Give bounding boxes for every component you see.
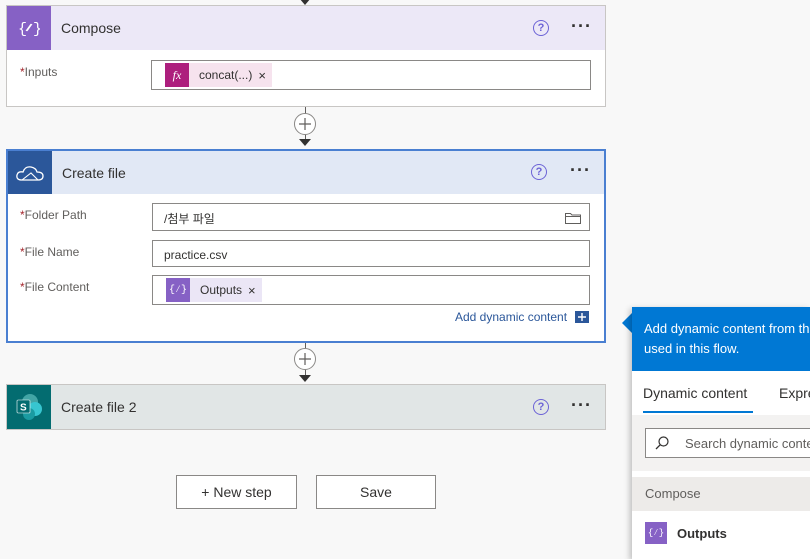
tab-expression[interactable]: Expre bbox=[779, 385, 810, 401]
connector-arrow bbox=[299, 375, 311, 382]
panel-header: Add dynamic content from th used in this… bbox=[632, 307, 810, 371]
search-area: Search dynamic conte bbox=[632, 415, 810, 471]
panel-header-line1: Add dynamic content from th bbox=[644, 321, 810, 336]
create-file-header[interactable]: Create file ? ··· bbox=[8, 151, 604, 194]
remove-token-icon[interactable]: × bbox=[248, 283, 256, 298]
save-button[interactable]: Save bbox=[316, 475, 436, 509]
insert-step-icon[interactable] bbox=[294, 348, 316, 370]
dynamic-item-label: Outputs bbox=[677, 526, 727, 541]
insert-step-icon[interactable] bbox=[294, 113, 316, 135]
compose-icon: {⁄} bbox=[645, 522, 667, 544]
tab-dynamic-content[interactable]: Dynamic content bbox=[643, 385, 747, 401]
token-label: Outputs bbox=[200, 283, 243, 297]
file-content-label: *File Content bbox=[20, 280, 90, 294]
search-placeholder: Search dynamic conte bbox=[685, 436, 810, 451]
svg-text:S: S bbox=[20, 403, 27, 414]
svg-text:}: } bbox=[33, 21, 40, 37]
create-file-title: Create file bbox=[62, 164, 126, 181]
search-icon bbox=[655, 436, 669, 455]
create-file-2-card: S Create file 2 ? ··· bbox=[6, 384, 606, 430]
new-step-button[interactable]: + New step bbox=[176, 475, 297, 509]
connector-arrow bbox=[299, 139, 311, 146]
fx-icon: fx bbox=[165, 63, 189, 87]
compose-icon: {} bbox=[7, 6, 51, 50]
file-content-field[interactable]: {⁄} Outputs × bbox=[152, 275, 590, 305]
section-title: Compose bbox=[645, 486, 701, 501]
outputs-token[interactable]: {⁄} Outputs × bbox=[166, 278, 262, 302]
file-name-value: practice.csv bbox=[164, 248, 228, 262]
remove-token-icon[interactable]: × bbox=[258, 68, 266, 83]
folder-path-field[interactable]: /첨부 파일 bbox=[152, 203, 590, 231]
file-name-label: *File Name bbox=[20, 245, 80, 259]
active-tab-indicator bbox=[643, 411, 753, 413]
section-header[interactable]: Compose bbox=[632, 477, 810, 511]
help-icon[interactable]: ? bbox=[531, 164, 547, 180]
compose-header[interactable]: {} Compose ? ··· bbox=[7, 6, 605, 50]
more-options-icon[interactable]: ··· bbox=[570, 161, 591, 179]
folder-path-value: /첨부 파일 bbox=[164, 212, 215, 226]
dynamic-content-panel: Add dynamic content from th used in this… bbox=[632, 307, 810, 559]
compose-title: Compose bbox=[61, 20, 121, 36]
sharepoint-icon: S bbox=[7, 385, 51, 429]
svg-text:{: { bbox=[18, 21, 27, 37]
help-icon[interactable]: ? bbox=[533, 399, 549, 415]
token-label: concat(...) bbox=[199, 68, 253, 82]
more-options-icon[interactable]: ··· bbox=[571, 17, 592, 35]
inputs-label: *Inputs bbox=[20, 65, 58, 79]
create-file-2-title: Create file 2 bbox=[61, 399, 137, 415]
panel-header-line2: used in this flow. bbox=[644, 341, 740, 356]
concat-token[interactable]: fx concat(...) × bbox=[165, 63, 272, 87]
onedrive-icon bbox=[8, 151, 52, 194]
search-input[interactable]: Search dynamic conte bbox=[645, 428, 810, 458]
inputs-field[interactable]: fx concat(...) × bbox=[151, 60, 591, 90]
folder-picker-icon[interactable] bbox=[565, 211, 581, 229]
create-file-2-header[interactable]: S Create file 2 ? ··· bbox=[7, 385, 605, 429]
compose-icon: {⁄} bbox=[166, 278, 190, 302]
file-name-field[interactable]: practice.csv bbox=[152, 240, 590, 267]
more-options-icon[interactable]: ··· bbox=[571, 396, 592, 414]
folder-path-label: *Folder Path bbox=[20, 208, 87, 222]
add-dynamic-content-icon[interactable] bbox=[575, 311, 589, 323]
add-dynamic-content-link[interactable]: Add dynamic content bbox=[455, 310, 567, 324]
help-icon[interactable]: ? bbox=[533, 20, 549, 36]
compose-card: {} Compose ? ··· *Inputs fx concat(...) … bbox=[6, 5, 606, 107]
dynamic-item[interactable]: {⁄} Outputs bbox=[632, 517, 810, 553]
create-file-card: Create file ? ··· *Folder Path /첨부 파일 *F… bbox=[6, 149, 606, 343]
